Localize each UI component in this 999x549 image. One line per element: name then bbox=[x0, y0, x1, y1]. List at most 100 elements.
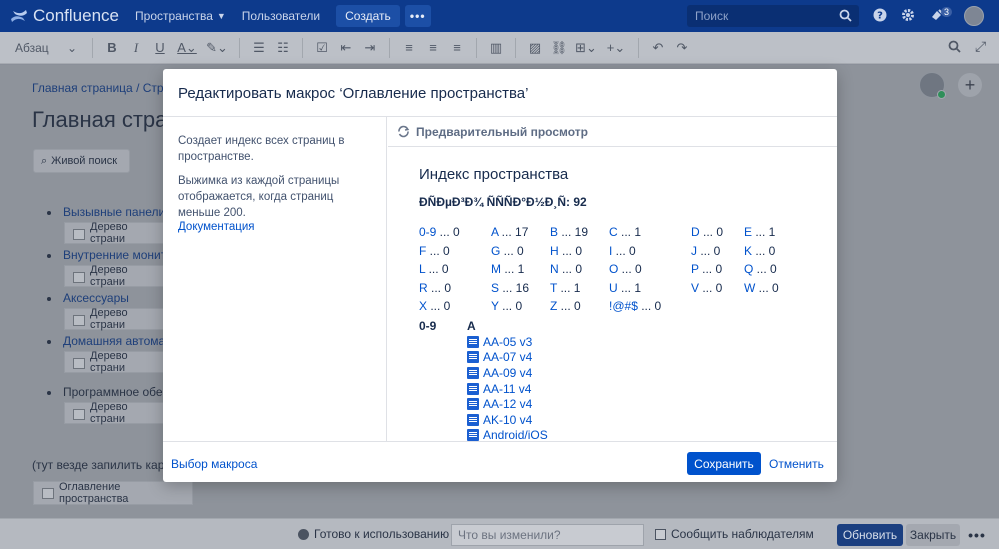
editor-bottom-bar: Готово к использованию Что вы изменили? … bbox=[0, 518, 999, 549]
notify-watchers[interactable]: Сообщить наблюдателям bbox=[655, 527, 814, 541]
letter-link[interactable]: Y bbox=[491, 299, 499, 313]
create-more-button[interactable]: ••• bbox=[404, 5, 431, 27]
letter-link[interactable]: R bbox=[419, 281, 428, 295]
close-button[interactable]: Закрыть bbox=[906, 524, 960, 546]
letter-link[interactable]: H bbox=[550, 244, 559, 258]
invite-plus-icon[interactable]: + bbox=[958, 73, 982, 97]
letter-count: ... 1 bbox=[557, 281, 581, 295]
list-item: Домашняя автомат Дерево страни bbox=[47, 334, 170, 374]
letter-link[interactable]: M bbox=[491, 262, 501, 276]
layout-icon[interactable]: ▥ bbox=[484, 40, 508, 56]
page-link[interactable]: AA-11 v4 bbox=[483, 382, 531, 396]
outdent-icon[interactable]: ⇤ bbox=[334, 40, 358, 56]
letter-link[interactable]: B bbox=[550, 225, 558, 239]
page-link[interactable]: AK-10 v4 bbox=[483, 413, 532, 427]
letter-link[interactable]: G bbox=[491, 244, 500, 258]
collaborator-avatar[interactable] bbox=[919, 72, 946, 99]
letter-link[interactable]: K bbox=[744, 244, 752, 258]
letter-link[interactable]: P bbox=[691, 262, 699, 276]
find-icon[interactable] bbox=[948, 40, 961, 53]
save-button[interactable]: Сохранить bbox=[687, 452, 761, 475]
letter-count: ... 0 bbox=[558, 244, 583, 258]
more-options-button[interactable]: ••• bbox=[965, 524, 989, 546]
more-formatting-icon[interactable]: ✎⌄ bbox=[202, 40, 232, 56]
page-link[interactable]: AA-09 v4 bbox=[483, 366, 532, 380]
page-link[interactable]: AA-05 v3 bbox=[483, 335, 532, 349]
letter-link[interactable]: 0-9 bbox=[419, 225, 436, 239]
letter-link[interactable]: Q bbox=[744, 262, 753, 276]
italic-icon[interactable]: I bbox=[124, 40, 148, 56]
page-tree-macro[interactable]: Дерево страни bbox=[64, 221, 164, 245]
redo-icon[interactable]: ↷ bbox=[670, 40, 694, 56]
letter-link[interactable]: O bbox=[609, 262, 618, 276]
macro-browser-link[interactable]: Выбор макроса bbox=[171, 457, 257, 471]
nav-users[interactable]: Пользователи bbox=[242, 9, 320, 23]
help-icon[interactable]: ? bbox=[873, 8, 887, 22]
page-tree-macro[interactable]: Дерево страни bbox=[64, 307, 164, 331]
list-item[interactable]: AA-05 v3 bbox=[467, 334, 548, 350]
task-list-icon[interactable]: ☑ bbox=[310, 40, 334, 56]
letter-link[interactable]: E bbox=[744, 225, 752, 239]
list-item[interactable]: AA-11 v4 bbox=[467, 381, 548, 397]
page-link[interactable]: AA-12 v4 bbox=[483, 397, 532, 411]
paragraph-style-select[interactable]: Абзац ⌄ bbox=[15, 41, 85, 55]
change-comment-input[interactable]: Что вы изменили? bbox=[451, 524, 644, 546]
letter-index-item: 0-9 ... 0 bbox=[419, 225, 460, 239]
undo-icon[interactable]: ↶ bbox=[646, 40, 670, 56]
space-index-macro-placeholder[interactable]: Оглавление пространства bbox=[33, 481, 193, 505]
letter-link[interactable]: C bbox=[609, 225, 618, 239]
letter-link[interactable]: !@#$ bbox=[609, 299, 638, 313]
page-link[interactable]: Android/iOS bbox=[483, 428, 548, 441]
user-avatar[interactable] bbox=[964, 6, 984, 26]
list-item[interactable]: AA-09 v4 bbox=[467, 365, 548, 381]
list-item[interactable]: Android/iOS bbox=[467, 428, 548, 441]
refresh-icon[interactable] bbox=[397, 125, 410, 138]
letter-link[interactable]: N bbox=[550, 262, 559, 276]
letter-link[interactable]: D bbox=[691, 225, 700, 239]
page-title[interactable]: Главная стран bbox=[32, 107, 180, 133]
table-icon[interactable]: ⊞⌄ bbox=[571, 40, 601, 56]
fullscreen-icon[interactable]: ⤢ bbox=[975, 38, 986, 55]
tree-link[interactable]: Аксессуары bbox=[63, 291, 170, 306]
documentation-link[interactable]: Документация bbox=[178, 221, 378, 233]
letter-link[interactable]: U bbox=[609, 281, 618, 295]
align-right-icon[interactable]: ≡ bbox=[445, 40, 469, 55]
nav-spaces[interactable]: Пространства ▼ bbox=[135, 9, 226, 23]
letter-link[interactable]: X bbox=[419, 299, 427, 313]
page-tree-macro[interactable]: Дерево страни bbox=[64, 350, 164, 374]
notify-checkbox[interactable] bbox=[655, 528, 666, 540]
page-tree-macro[interactable]: Дерево страни bbox=[64, 401, 164, 425]
tree-link[interactable]: Вызывные панели bbox=[63, 205, 170, 220]
letter-link[interactable]: V bbox=[691, 281, 699, 295]
cancel-button[interactable]: Отменить bbox=[769, 457, 824, 471]
create-button[interactable]: Создать bbox=[336, 5, 400, 27]
letter-count: ... 16 bbox=[499, 281, 530, 295]
confluence-logo[interactable]: Confluence bbox=[10, 6, 119, 26]
numbered-list-icon[interactable]: ☷ bbox=[271, 40, 295, 56]
breadcrumb[interactable]: Главная страница / Стра bbox=[32, 81, 170, 95]
letter-link[interactable]: W bbox=[744, 281, 755, 295]
tree-link[interactable]: Внутренние монит bbox=[63, 248, 170, 263]
indent-icon[interactable]: ⇥ bbox=[358, 40, 382, 56]
text-color-icon[interactable]: A⌄ bbox=[172, 40, 202, 56]
list-item[interactable]: AA-07 v4 bbox=[467, 350, 548, 366]
link-icon[interactable]: ⛓ bbox=[547, 40, 571, 56]
search-input[interactable]: Поиск bbox=[687, 5, 859, 27]
live-search-macro[interactable]: ⌕ Живой поиск bbox=[33, 149, 130, 173]
dialog-header: Редактировать макрос ‘Оглавление простра… bbox=[163, 69, 837, 117]
bullet-list-icon[interactable]: ☰ bbox=[247, 40, 271, 56]
align-center-icon[interactable]: ≡ bbox=[421, 40, 445, 55]
image-icon[interactable]: ▨ bbox=[523, 40, 547, 56]
update-button[interactable]: Обновить bbox=[837, 524, 903, 546]
gear-icon[interactable] bbox=[901, 8, 915, 22]
list-item[interactable]: AA-12 v4 bbox=[467, 396, 548, 412]
align-left-icon[interactable]: ≡ bbox=[397, 40, 421, 55]
insert-more-icon[interactable]: +⌄ bbox=[601, 40, 631, 56]
page-tree-macro[interactable]: Дерево страни bbox=[64, 264, 164, 288]
page-link[interactable]: AA-07 v4 bbox=[483, 350, 532, 364]
underline-icon[interactable]: U bbox=[148, 40, 172, 55]
letter-link[interactable]: S bbox=[491, 281, 499, 295]
list-item[interactable]: AK-10 v4 bbox=[467, 412, 548, 428]
bold-icon[interactable]: B bbox=[100, 40, 124, 55]
tree-link[interactable]: Домашняя автомат bbox=[63, 334, 170, 349]
